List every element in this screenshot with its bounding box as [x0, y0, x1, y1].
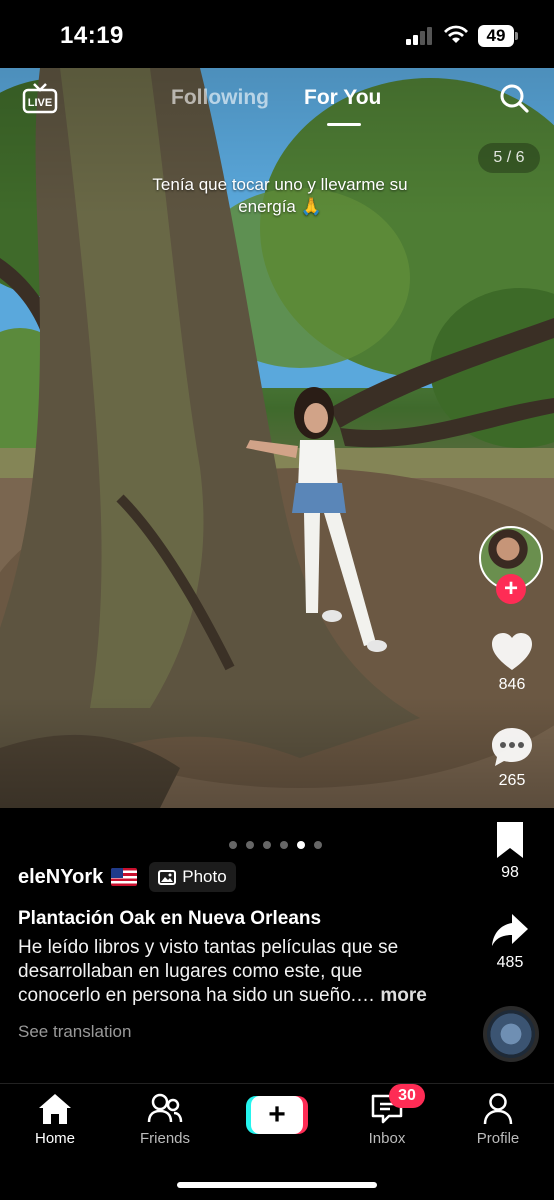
heart-icon[interactable] — [490, 632, 534, 672]
carousel-dot[interactable] — [263, 841, 271, 849]
status-time: 14:19 — [60, 22, 124, 49]
photo-chip-label: Photo — [182, 867, 227, 886]
like-count: 846 — [498, 676, 526, 693]
tab-following[interactable]: Following — [171, 86, 269, 110]
carousel-dots — [229, 836, 331, 849]
image-icon — [158, 869, 177, 885]
bookmark-action[interactable]: 98 — [475, 820, 545, 882]
cellular-signal-icon — [406, 27, 434, 45]
photo-type-chip: Photo — [149, 862, 236, 892]
tab-home[interactable]: Home — [10, 1092, 100, 1147]
user-row: eleNYork Photo — [18, 860, 468, 894]
carousel-dot[interactable] — [314, 841, 322, 849]
bookmark-icon[interactable] — [493, 820, 527, 860]
inbox-badge: 30 — [389, 1084, 425, 1108]
status-bar: 14:19 49 — [0, 0, 554, 68]
home-icon — [39, 1094, 71, 1124]
tab-friends[interactable]: Friends — [120, 1092, 210, 1147]
tab-active-underline — [327, 123, 361, 126]
live-icon[interactable]: LIVE — [22, 82, 58, 114]
plus-icon: + — [251, 1096, 303, 1134]
photo-caption: Tenía que tocar uno y llevarme su energí… — [152, 175, 408, 216]
share-action[interactable]: 485 — [475, 910, 545, 972]
live-label: LIVE — [28, 97, 52, 109]
battery-icon: 49 — [478, 25, 518, 47]
battery-level: 49 — [478, 25, 514, 47]
tab-for-you[interactable]: For You — [304, 86, 381, 110]
share-arrow-icon[interactable] — [490, 910, 530, 950]
comment-count: 265 — [498, 772, 526, 789]
more-link[interactable]: more — [380, 985, 426, 1006]
friends-icon — [147, 1093, 183, 1123]
post-info: eleNYork Photo Plantación Oak en Nueva O… — [18, 860, 468, 1042]
image-counter: 5 / 6 — [478, 143, 540, 173]
tab-profile-label: Profile — [476, 1130, 520, 1147]
post-description[interactable]: He leído libros y visto tantas películas… — [18, 936, 438, 1008]
tab-friends-label: Friends — [139, 1130, 191, 1147]
create-post-button[interactable]: + — [246, 1096, 308, 1134]
carousel-dot[interactable] — [246, 841, 254, 849]
username[interactable]: eleNYork — [18, 866, 103, 889]
see-translation-link[interactable]: See translation — [18, 1022, 468, 1042]
music-disc-icon[interactable] — [483, 1006, 539, 1062]
tab-profile[interactable]: Profile — [453, 1092, 543, 1147]
tab-home-label: Home — [34, 1130, 75, 1147]
follow-plus-button[interactable]: + — [496, 574, 526, 604]
like-action[interactable]: 846 — [477, 632, 547, 694]
share-count: 485 — [496, 954, 524, 971]
carousel-dot-active[interactable] — [297, 841, 305, 849]
creator-avatar-wrap[interactable]: + — [479, 526, 543, 604]
bookmark-count: 98 — [501, 864, 519, 881]
description-text: He leído libros y visto tantas películas… — [18, 937, 399, 1006]
comment-action[interactable]: 265 — [477, 726, 547, 790]
home-indicator — [177, 1182, 377, 1188]
us-flag-icon — [111, 868, 138, 886]
search-icon[interactable] — [498, 82, 530, 114]
top-nav: LIVE Following For You — [0, 68, 554, 132]
carousel-dot[interactable] — [280, 841, 288, 849]
comment-icon[interactable] — [490, 726, 534, 768]
post-title: Plantación Oak en Nueva Orleans — [18, 908, 322, 929]
tab-inbox-label: Inbox — [368, 1130, 406, 1147]
wifi-icon — [444, 25, 468, 43]
carousel-dot[interactable] — [229, 841, 237, 849]
profile-icon — [483, 1093, 513, 1125]
